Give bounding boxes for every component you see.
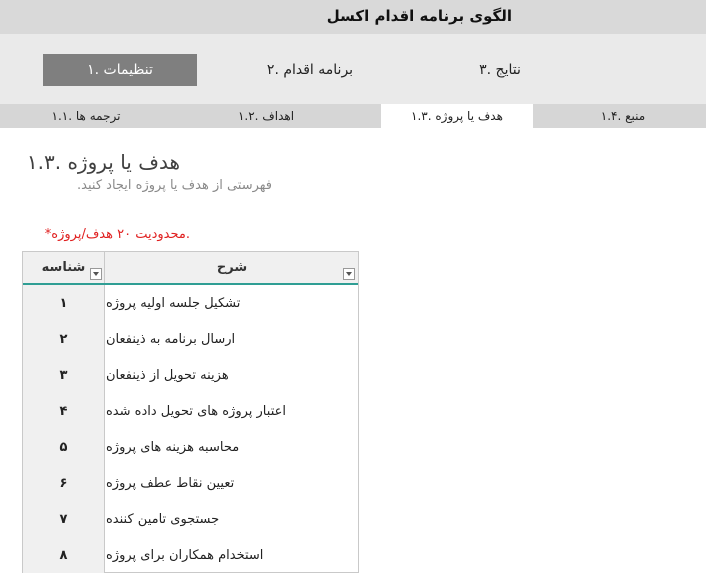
page-title: هدف یا پروژه .۱.۳ (26, 150, 180, 174)
table-row[interactable]: ۳ هزینه تحویل از ذینفعان (23, 357, 358, 393)
column-label-description: شرح (216, 260, 248, 275)
table-row[interactable]: ۲ ارسال برنامه به ذینفعان (23, 321, 358, 357)
subtab-goals[interactable]: اهداف .۱.۲ (180, 104, 352, 128)
table-row[interactable]: ۸ استخدام همکاران برای پروژه (23, 537, 358, 573)
table-header: شناسه شرح (23, 252, 358, 285)
subtab-goal-or-project[interactable]: هدف یا پروژه .۱.۳ (381, 104, 533, 128)
cell-description[interactable]: تعیین نقاط عطف پروژه (106, 465, 358, 501)
table-row[interactable]: ۱ تشکیل جلسه اولیه پروژه (23, 285, 358, 321)
table-row[interactable]: ۶ تعیین نقاط عطف پروژه (23, 465, 358, 501)
cell-description[interactable]: هزینه تحویل از ذینفعان (106, 357, 358, 393)
tab-settings[interactable]: تنظیمات .۱ (43, 54, 197, 86)
cell-id[interactable]: ۷ (23, 501, 105, 537)
column-label-id: شناسه (41, 260, 86, 275)
column-header-description: شرح (106, 252, 358, 283)
table-row[interactable]: ۷ جستجوی تامین کننده (23, 501, 358, 537)
table-row[interactable]: ۵ محاسبه هزینه های پروژه (23, 429, 358, 465)
subtab-translations[interactable]: ترجمه ها .۱.۱ (0, 104, 172, 128)
cell-id[interactable]: ۴ (23, 393, 105, 429)
page-subtitle: فهرستی از هدف یا پروژه ایجاد کنید. (77, 178, 272, 193)
cell-id[interactable]: ۶ (23, 465, 105, 501)
cell-description[interactable]: اعتبار پروژه های تحویل داده شده (106, 393, 358, 429)
app-title: الگوی برنامه اقدام اکسل (326, 7, 512, 25)
cell-description[interactable]: جستجوی تامین کننده (106, 501, 358, 537)
cell-description[interactable]: ارسال برنامه به ذینفعان (106, 321, 358, 357)
table-row[interactable]: ۴ اعتبار پروژه های تحویل داده شده (23, 393, 358, 429)
subtab-resource[interactable]: منبع .۱.۴ (540, 104, 706, 128)
cell-description[interactable]: استخدام همکاران برای پروژه (106, 537, 358, 573)
goals-table: شناسه شرح ۱ تشکیل جلسه اولیه پروژه ۲ ارس… (22, 251, 359, 573)
dropdown-arrow-icon[interactable] (90, 268, 102, 280)
table-body: ۱ تشکیل جلسه اولیه پروژه ۲ ارسال برنامه … (23, 285, 358, 573)
cell-description[interactable]: محاسبه هزینه های پروژه (106, 429, 358, 465)
cell-description[interactable]: تشکیل جلسه اولیه پروژه (106, 285, 358, 321)
cell-id[interactable]: ۸ (23, 537, 105, 573)
cell-id[interactable]: ۵ (23, 429, 105, 465)
cell-id[interactable]: ۲ (23, 321, 105, 357)
title-bar: الگوی برنامه اقدام اکسل (0, 0, 706, 34)
cell-id[interactable]: ۳ (23, 357, 105, 393)
dropdown-arrow-icon[interactable] (343, 268, 355, 280)
tab-results[interactable]: نتایج .۳ (423, 54, 577, 86)
cell-id[interactable]: ۱ (23, 285, 105, 321)
tab-action-plan[interactable]: برنامه اقدام .۲ (233, 54, 387, 86)
limit-note: .محدودیت ۲۰ هدف/پروژه* (44, 227, 190, 242)
